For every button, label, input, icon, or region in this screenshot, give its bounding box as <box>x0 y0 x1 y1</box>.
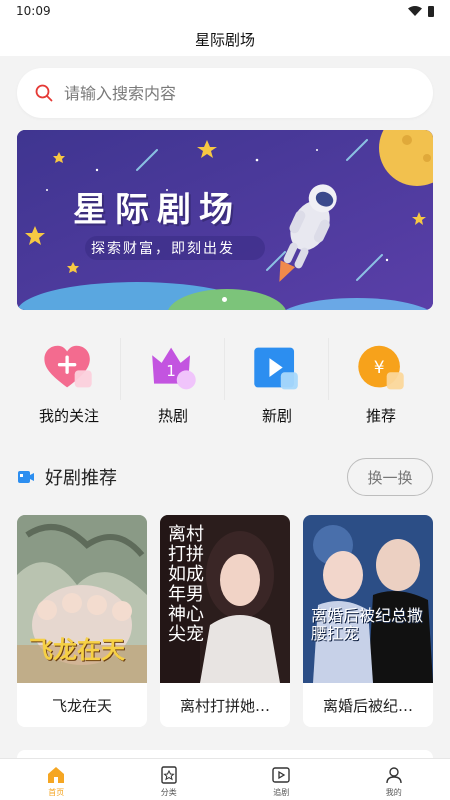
nav-hot[interactable]: 1 热剧 <box>121 330 225 426</box>
refresh-button[interactable]: 换一换 <box>347 458 433 496</box>
poster-title: 飞龙在天 <box>29 635 125 664</box>
carousel-indicator <box>222 297 227 302</box>
yuan-coin-icon: ¥ <box>358 345 404 390</box>
search-bar[interactable] <box>17 68 433 118</box>
bottom-tab-bar: 首页 分类 追剧 我的 <box>0 758 450 800</box>
drama-title: 飞龙在天 <box>51 696 112 715</box>
user-icon <box>386 767 402 784</box>
page-title: 星际剧场 <box>194 30 255 49</box>
crown-rank-icon: 1 <box>152 347 196 390</box>
search-input[interactable] <box>64 83 404 103</box>
tab-label: 首页 <box>48 788 65 797</box>
drama-poster: 飞龙在天 <box>17 515 147 683</box>
nav-label: 我的关注 <box>38 407 99 425</box>
banner-carousel[interactable]: 星际剧场 探索财富，即刻出发 <box>17 130 433 310</box>
tab-category[interactable]: 分类 <box>113 759 226 800</box>
section-title: 好剧推荐 <box>45 468 117 489</box>
drama-poster: 离婚后被纪总撒腰扛宠 <box>303 515 433 683</box>
drama-list: 飞龙在天 飞龙在天 离村打拼 如成年男神心尖宠 离村打拼她… 离婚后被纪总撒腰扛… <box>17 515 433 727</box>
nav-my-follow[interactable]: 我的关注 <box>17 330 121 426</box>
section-header: 好剧推荐 换一换 <box>17 457 433 497</box>
drama-title: 离婚后被纪… <box>322 696 413 715</box>
nav-label: 新剧 <box>261 407 292 425</box>
tab-label: 我的 <box>385 788 402 797</box>
home-icon <box>48 767 65 783</box>
video-icon <box>18 471 34 483</box>
poster-title: 离村打拼 如成年男神心尖宠 <box>168 524 204 645</box>
nav-label: 推荐 <box>365 407 396 425</box>
svg-text:1: 1 <box>166 362 176 380</box>
tab-following[interactable]: 追剧 <box>225 759 338 800</box>
banner-subtitle: 探索财富，即刻出发 <box>91 241 235 257</box>
tab-label: 追剧 <box>273 788 290 797</box>
wifi-icon <box>408 6 422 16</box>
search-icon <box>35 84 53 102</box>
heart-plus-icon <box>44 345 92 388</box>
nav-new[interactable]: 新剧 <box>225 330 329 426</box>
tab-mine[interactable]: 我的 <box>338 759 450 800</box>
tab-label: 分类 <box>160 788 177 797</box>
drama-title: 离村打拼她… <box>179 696 270 715</box>
tab-home[interactable]: 首页 <box>0 759 113 800</box>
drama-card[interactable]: 离婚后被纪总撒腰扛宠 离婚后被纪… <box>303 515 433 727</box>
status-time: 10:09 <box>16 4 51 18</box>
play-video-icon <box>254 347 298 390</box>
nav-recommend[interactable]: ¥ 推荐 <box>329 330 433 426</box>
poster-title: 离婚后被纪总撒腰扛宠 <box>311 606 424 643</box>
battery-icon <box>428 5 434 17</box>
drama-poster: 离村打拼 如成年男神心尖宠 <box>160 515 290 683</box>
play-list-icon <box>272 767 290 783</box>
drama-card[interactable]: 离村打拼 如成年男神心尖宠 离村打拼她… <box>160 515 290 727</box>
banner-title: 星际剧场 <box>73 190 241 230</box>
nav-label: 热剧 <box>157 407 188 425</box>
svg-text:¥: ¥ <box>374 358 385 378</box>
quick-nav: 我的关注 1 热剧 新剧 ¥ 推荐 <box>17 330 433 426</box>
category-icon <box>161 766 177 784</box>
title-bar: 星际剧场 <box>0 22 450 56</box>
drama-card[interactable]: 飞龙在天 飞龙在天 <box>17 515 147 727</box>
status-bar: 10:09 <box>0 0 450 22</box>
